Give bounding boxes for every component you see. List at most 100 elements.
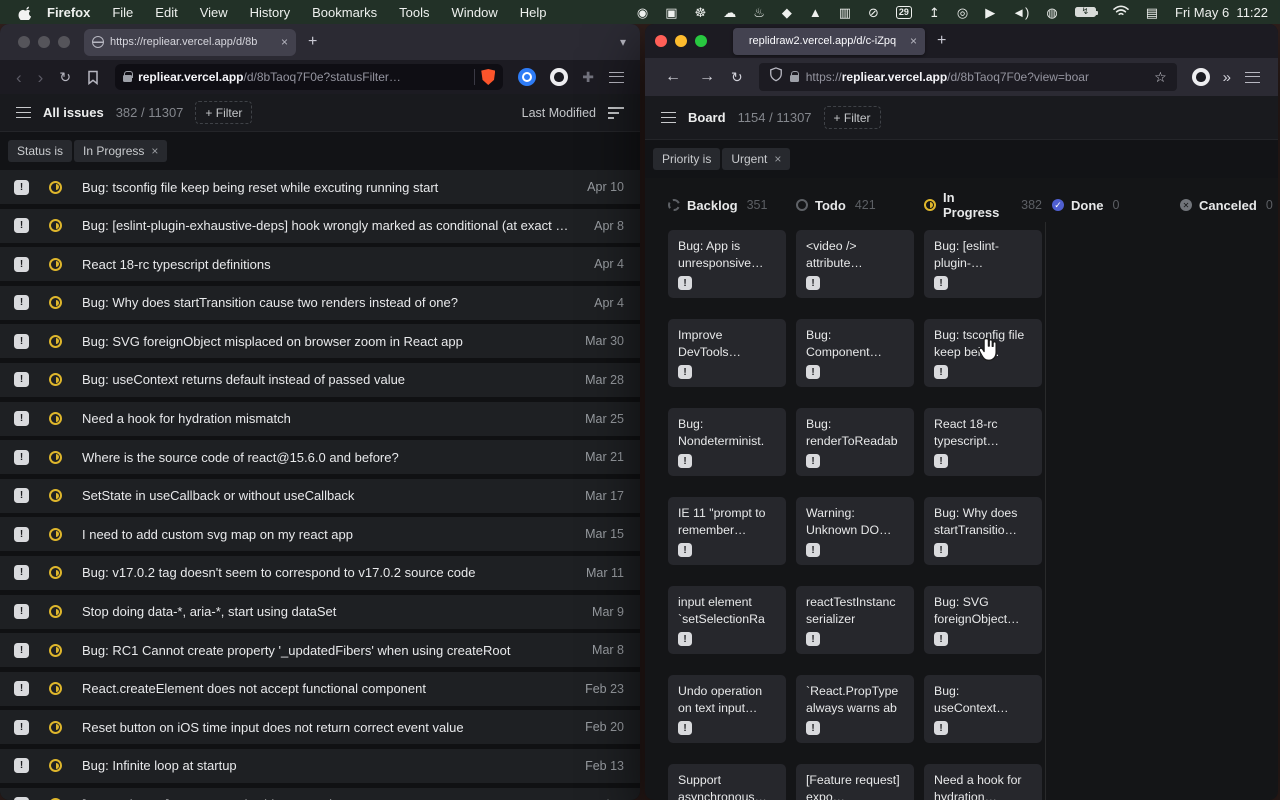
window-layout-icon[interactable]: ▥ <box>839 6 851 19</box>
extensions-puzzle-icon[interactable]: ✚ <box>582 69 594 86</box>
priority-urgent-icon[interactable] <box>934 543 948 557</box>
add-filter-button[interactable]: + Filter <box>195 101 252 124</box>
wifi-icon[interactable] <box>1113 5 1129 20</box>
issue-row[interactable]: Bug: RC1 Cannot create property '_update… <box>0 633 640 667</box>
issue-card[interactable]: Bug: renderToReadab <box>796 408 914 476</box>
issue-row[interactable]: Where is the source code of react@15.6.0… <box>0 440 640 474</box>
power-icon[interactable]: ◎ <box>957 6 968 19</box>
left-browser-tab[interactable]: https://repliear.vercel.app/d/8b × <box>84 29 296 56</box>
menubar-menu-item[interactable]: View <box>200 5 228 20</box>
menubar-menu-item[interactable]: File <box>112 5 133 20</box>
play-icon[interactable]: ▶ <box>985 6 995 19</box>
back-button[interactable]: ← <box>657 69 689 85</box>
screen-share-icon[interactable]: ▣ <box>665 6 677 19</box>
issue-row[interactable]: Stop doing data-*, aria-*, start using d… <box>0 595 640 629</box>
menubar-menu-item[interactable]: Edit <box>155 5 177 20</box>
status-in-progress-icon[interactable] <box>49 644 62 657</box>
priority-urgent-icon[interactable] <box>14 604 29 619</box>
sidebar-menu-icon[interactable] <box>16 107 31 118</box>
reload-button[interactable]: ↻ <box>53 69 77 86</box>
do-not-disturb-icon[interactable]: ⊘ <box>868 6 879 19</box>
cloud-icon[interactable]: ☁ <box>723 6 736 19</box>
onepassword-extension-icon[interactable] <box>518 68 536 86</box>
priority-urgent-icon[interactable] <box>678 632 692 646</box>
priority-urgent-icon[interactable] <box>806 543 820 557</box>
status-in-progress-icon[interactable] <box>49 566 62 579</box>
chip-close-icon[interactable]: × <box>151 144 158 158</box>
priority-urgent-icon[interactable] <box>806 276 820 290</box>
new-tab-button[interactable]: + <box>308 33 317 51</box>
toolbar-overflow-icon[interactable]: » <box>1223 69 1231 86</box>
bookmark-star-icon[interactable]: ☆ <box>1154 69 1167 86</box>
tab-close-icon[interactable]: × <box>281 35 288 49</box>
dropbox-icon[interactable]: ◆ <box>782 6 792 19</box>
browser-menu-icon[interactable] <box>1245 72 1260 83</box>
brave-shield-icon[interactable] <box>481 69 495 85</box>
issue-card[interactable]: [Feature request] expo… <box>796 764 914 800</box>
right-traffic-lights[interactable] <box>655 35 707 47</box>
status-in-progress-icon[interactable] <box>49 296 62 309</box>
issue-card[interactable]: `React.PropType always warns ab <box>796 675 914 743</box>
issue-card[interactable]: Need a hook for hydration… <box>924 764 1042 800</box>
priority-urgent-icon[interactable] <box>14 681 29 696</box>
warp-icon[interactable]: ▲ <box>809 6 822 19</box>
zoom-window-button[interactable] <box>58 36 70 48</box>
issue-row[interactable]: React 18-rc typescript definitions Apr 4 <box>0 247 640 281</box>
priority-urgent-icon[interactable] <box>806 632 820 646</box>
menubar-menu-item[interactable]: Bookmarks <box>312 5 377 20</box>
issue-row[interactable]: I need to add custom svg map on my react… <box>0 517 640 551</box>
priority-urgent-icon[interactable] <box>14 565 29 580</box>
status-in-progress-icon[interactable] <box>49 335 62 348</box>
filter-chip[interactable]: In Progress× <box>74 140 167 162</box>
battery-icon[interactable]: ↯ <box>1075 7 1096 17</box>
github-extension-icon[interactable] <box>1192 68 1210 86</box>
forward-button[interactable]: › <box>32 69 50 86</box>
minimize-window-button[interactable] <box>38 36 50 48</box>
issue-row[interactable]: Bug: useContext returns default instead … <box>0 363 640 397</box>
apple-menu-icon[interactable] <box>18 5 33 20</box>
back-button[interactable]: ‹ <box>10 69 28 86</box>
siri-icon[interactable]: ◍ <box>1046 6 1057 19</box>
issue-card[interactable]: reactTestInstanc serializer <box>796 586 914 654</box>
issue-card[interactable]: <video /> attribute… <box>796 230 914 298</box>
priority-urgent-icon[interactable] <box>678 454 692 468</box>
priority-urgent-icon[interactable] <box>14 257 29 272</box>
add-filter-button[interactable]: + Filter <box>824 106 881 129</box>
issue-row[interactable]: Bug: Infinite loop at startup Feb 13 <box>0 749 640 783</box>
right-browser-tab[interactable]: replidraw2.vercel.app/d/c-iZpq × <box>733 28 925 55</box>
issue-card[interactable]: Bug: [eslint-plugin-… <box>924 230 1042 298</box>
status-in-progress-icon[interactable] <box>49 528 62 541</box>
status-in-progress-icon[interactable] <box>49 605 62 618</box>
priority-urgent-icon[interactable] <box>934 365 948 379</box>
priority-urgent-icon[interactable] <box>14 334 29 349</box>
github-extension-icon[interactable] <box>550 68 568 86</box>
issue-row[interactable]: Bug: [eslint-plugin-exhaustive-deps] hoo… <box>0 209 640 243</box>
address-bar[interactable]: repliear.vercel.app/d/8bTaoq7F0e?statusF… <box>115 64 503 90</box>
docker-icon[interactable]: ☸ <box>695 6 707 19</box>
left-traffic-lights[interactable] <box>18 36 70 48</box>
priority-urgent-icon[interactable] <box>14 720 29 735</box>
issue-card[interactable]: Warning: Unknown DO… <box>796 497 914 565</box>
issue-card[interactable]: Bug: tsconfig file keep bein… <box>924 319 1042 387</box>
priority-urgent-icon[interactable] <box>806 721 820 735</box>
priority-urgent-icon[interactable] <box>14 372 29 387</box>
tab-list-chevron-icon[interactable]: ▾ <box>620 35 626 49</box>
priority-urgent-icon[interactable] <box>14 527 29 542</box>
status-in-progress-icon[interactable] <box>49 721 62 734</box>
share-icon[interactable]: ↥ <box>929 6 940 19</box>
sidebar-menu-icon[interactable] <box>661 112 676 123</box>
sort-order-icon[interactable] <box>608 107 624 119</box>
tracking-protection-shield-icon[interactable] <box>769 67 783 87</box>
menubar-menu-item[interactable]: History <box>250 5 290 20</box>
status-in-progress-icon[interactable] <box>49 451 62 464</box>
priority-urgent-icon[interactable] <box>934 721 948 735</box>
new-tab-button[interactable]: + <box>937 32 946 50</box>
record-icon[interactable]: ◉ <box>637 6 648 19</box>
chip-close-icon[interactable]: × <box>774 152 781 166</box>
status-in-progress-icon[interactable] <box>49 373 62 386</box>
filter-chip[interactable]: Priority is <box>653 148 720 170</box>
menubar-app-name[interactable]: Firefox <box>47 5 90 20</box>
priority-urgent-icon[interactable] <box>934 632 948 646</box>
volume-icon[interactable]: ◄) <box>1012 6 1029 19</box>
homebrew-icon[interactable]: ♨ <box>753 6 765 19</box>
